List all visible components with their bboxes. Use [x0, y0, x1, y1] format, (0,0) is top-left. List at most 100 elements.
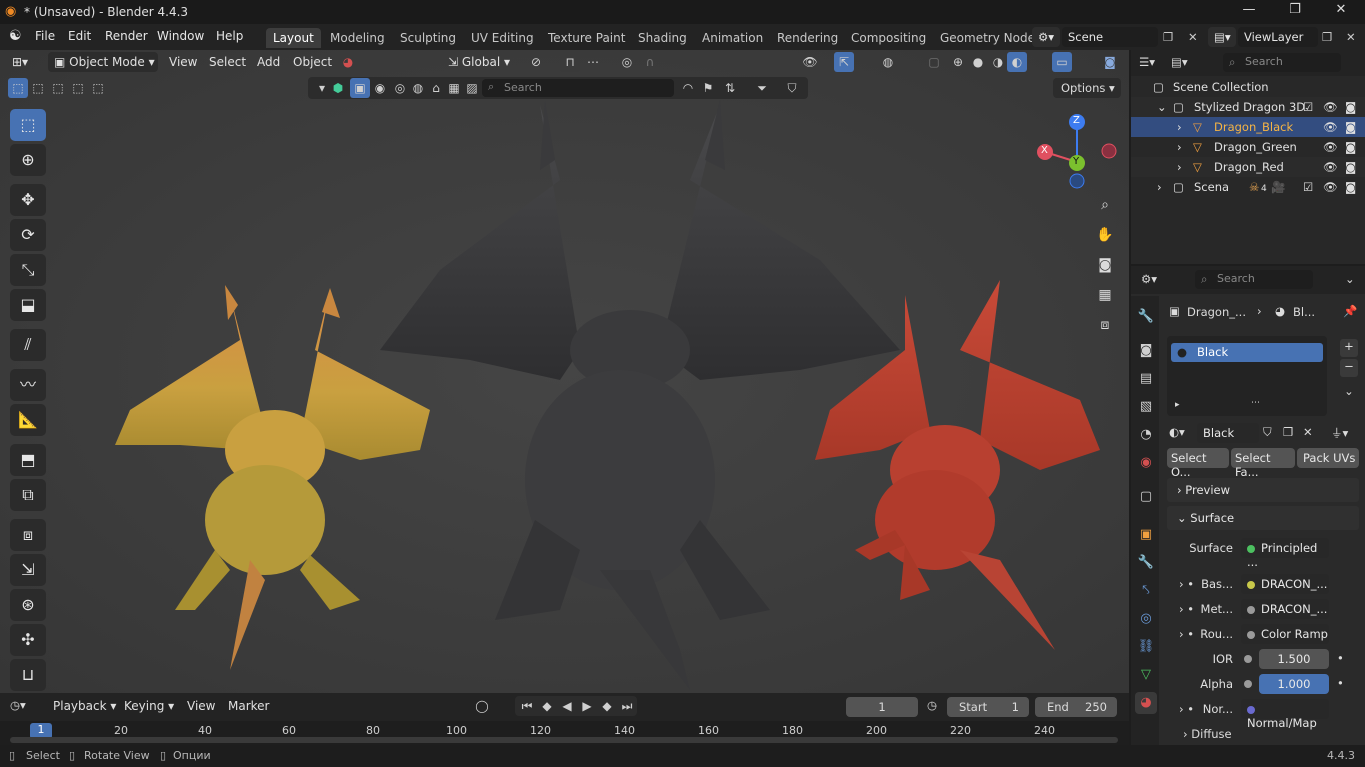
keyframe-dot-icon[interactable]: •: [1337, 676, 1344, 690]
pivot-icon[interactable]: ⊘: [526, 52, 546, 72]
node-filter-icon[interactable]: ⌂: [426, 78, 446, 98]
jump-start-icon[interactable]: ⏮: [517, 696, 537, 716]
timeline-menu-view[interactable]: View: [187, 699, 215, 713]
object-data-icon[interactable]: ◕: [338, 52, 358, 72]
duplicate-material-icon[interactable]: ❐: [1283, 425, 1293, 439]
add-cube-tool[interactable]: ⬒: [10, 444, 46, 476]
camera-icon[interactable]: ◙: [1093, 253, 1117, 277]
select-objects-button[interactable]: Select O...: [1167, 448, 1229, 479]
menu-edit[interactable]: Edit: [68, 29, 91, 43]
3d-viewport[interactable]: ⊞▾ ▣ Object Mode ▾ View Select Add Objec…: [0, 50, 1129, 693]
toggle-icon[interactable]: ◠: [678, 78, 698, 98]
tab-geometry-nodes[interactable]: Geometry Node: [933, 28, 1042, 48]
outliner-scene-collection[interactable]: ▢ Scene Collection: [1131, 77, 1365, 97]
collection-checkbox[interactable]: ☑: [1303, 100, 1313, 114]
metallic-field[interactable]: DRACON_...: [1241, 599, 1329, 619]
cursor-tool[interactable]: ⊕: [10, 144, 46, 176]
shield-icon[interactable]: ⛉: [782, 78, 802, 98]
texture-filter-icon[interactable]: ◍: [408, 78, 428, 98]
material-browse-icon[interactable]: ◐▾: [1169, 425, 1185, 439]
material-filter-icon[interactable]: ◉: [370, 78, 390, 98]
tab-texture-paint[interactable]: Texture Paint: [541, 28, 632, 48]
material-slot-item[interactable]: Black: [1171, 343, 1323, 362]
mesh-filter-icon[interactable]: ▣: [350, 78, 370, 98]
camera-render-icon[interactable]: ◙: [1345, 140, 1356, 154]
light-filter-icon[interactable]: ▨: [462, 78, 482, 98]
options-dropdown[interactable]: Options ▾: [1053, 78, 1121, 98]
gizmo-toggle-icon[interactable]: ⇱: [834, 52, 854, 72]
viewport-search-input[interactable]: Search: [482, 79, 674, 97]
play-icon[interactable]: ▶: [577, 696, 597, 716]
outliner-collection-row[interactable]: ⌄ ▢ Stylized Dragon 3D ☑ 👁 ◙: [1131, 97, 1365, 117]
data-tab-icon[interactable]: ▽: [1135, 664, 1157, 686]
expand-icon[interactable]: ›: [1157, 180, 1162, 194]
collapse-icon[interactable]: ⌄: [1157, 100, 1167, 114]
camera-render-icon[interactable]: ◙: [1345, 120, 1356, 134]
maximize-button[interactable]: ❐: [1280, 2, 1310, 22]
blender-menu-icon[interactable]: ☯: [9, 28, 22, 44]
constraint-tab-icon[interactable]: ⛓: [1135, 636, 1157, 658]
ior-field[interactable]: 1.500: [1259, 649, 1329, 669]
collection-tab-icon[interactable]: ▢: [1135, 486, 1157, 508]
shear-tool[interactable]: ⧈: [10, 519, 46, 551]
falloff-icon[interactable]: ∩: [640, 52, 660, 72]
menu-object[interactable]: Object: [293, 55, 332, 69]
orientation-dropdown[interactable]: ⇲ Global ▾: [442, 52, 518, 72]
object-filter-icon[interactable]: ⬢: [328, 78, 348, 98]
play-reverse-icon[interactable]: ◀: [557, 696, 577, 716]
menu-select[interactable]: Select: [209, 55, 246, 69]
solid-shading-icon[interactable]: ●: [968, 52, 988, 72]
timeline-menu-marker[interactable]: Marker: [228, 699, 269, 713]
menu-help[interactable]: Help: [216, 29, 243, 43]
select-invert-icon[interactable]: ⬚: [68, 78, 88, 98]
tab-uv-editing[interactable]: UV Editing: [464, 28, 541, 48]
float-socket-icon[interactable]: [1244, 676, 1258, 690]
outliner-item-dragon-black[interactable]: › ▽ Dragon_Black 👁 ◙: [1131, 117, 1365, 137]
object-tab-icon[interactable]: ▣: [1135, 524, 1157, 546]
rotate-tool[interactable]: ⟳: [10, 219, 46, 251]
pack-uvs-button[interactable]: Pack UVs: [1297, 448, 1359, 468]
material-name-field[interactable]: Black: [1197, 423, 1259, 443]
diffuse-panel-header[interactable]: › Diffuse: [1175, 724, 1359, 744]
list-resize-handle[interactable]: ⋯: [1251, 398, 1260, 408]
menu-window[interactable]: Window: [157, 29, 204, 43]
visibility-icon[interactable]: 👁: [800, 52, 820, 72]
extrude-tool[interactable]: ⇲: [10, 554, 46, 586]
fake-user-shield-icon[interactable]: ⛉: [1263, 425, 1272, 440]
navigation-gizmo[interactable]: Z X Y: [1035, 112, 1120, 192]
brush-filter-icon[interactable]: ▦: [444, 78, 464, 98]
filter-icon[interactable]: ⏷: [752, 78, 772, 98]
physics-tab-icon[interactable]: ◎: [1135, 608, 1157, 630]
jump-end-icon[interactable]: ⏭: [617, 696, 637, 716]
remove-viewlayer-icon[interactable]: ✕: [1346, 30, 1356, 44]
zoom-icon[interactable]: ⌕: [1093, 193, 1117, 217]
list-expand-icon[interactable]: ▸: [1175, 400, 1180, 410]
timeline-editor-icon[interactable]: ◷▾: [10, 698, 26, 712]
editor-type-icon[interactable]: ⊞▾: [6, 52, 42, 72]
close-button[interactable]: ✕: [1326, 2, 1356, 22]
snap-tool[interactable]: ⊔: [10, 659, 46, 691]
spin-tool[interactable]: ⊛: [10, 589, 46, 621]
tab-sculpting[interactable]: Sculpting: [393, 28, 463, 48]
add-slot-button[interactable]: +: [1340, 339, 1358, 357]
material-tab-icon[interactable]: ◕: [1135, 692, 1157, 714]
select-box-tool[interactable]: ⬚: [10, 109, 46, 141]
start-frame-field[interactable]: Start 1: [947, 697, 1029, 717]
snap-target-icon[interactable]: ⋯: [583, 52, 603, 72]
expand-icon[interactable]: ›: [1177, 140, 1182, 154]
next-keyframe-icon[interactable]: ◆: [597, 696, 617, 716]
remove-scene-icon[interactable]: ✕: [1188, 30, 1198, 44]
eye-icon[interactable]: 👁: [1323, 100, 1338, 114]
slot-specials-icon[interactable]: ⌄: [1340, 384, 1358, 402]
tab-animation[interactable]: Animation: [695, 28, 770, 48]
world-filter-icon[interactable]: ◎: [390, 78, 410, 98]
grab-tool[interactable]: ✣: [10, 624, 46, 656]
outliner-editor-icon[interactable]: ☰▾: [1139, 55, 1155, 69]
tool-tab-icon[interactable]: 🔧: [1135, 306, 1157, 328]
scene-name-field[interactable]: Scene: [1062, 27, 1158, 47]
properties-search-input[interactable]: Search: [1195, 270, 1313, 289]
keyframe-dot-icon[interactable]: •: [1337, 651, 1344, 665]
local-view-icon[interactable]: ⧈: [1093, 313, 1117, 337]
eye-icon[interactable]: 👁: [1323, 140, 1338, 154]
tab-shading[interactable]: Shading: [631, 28, 694, 48]
